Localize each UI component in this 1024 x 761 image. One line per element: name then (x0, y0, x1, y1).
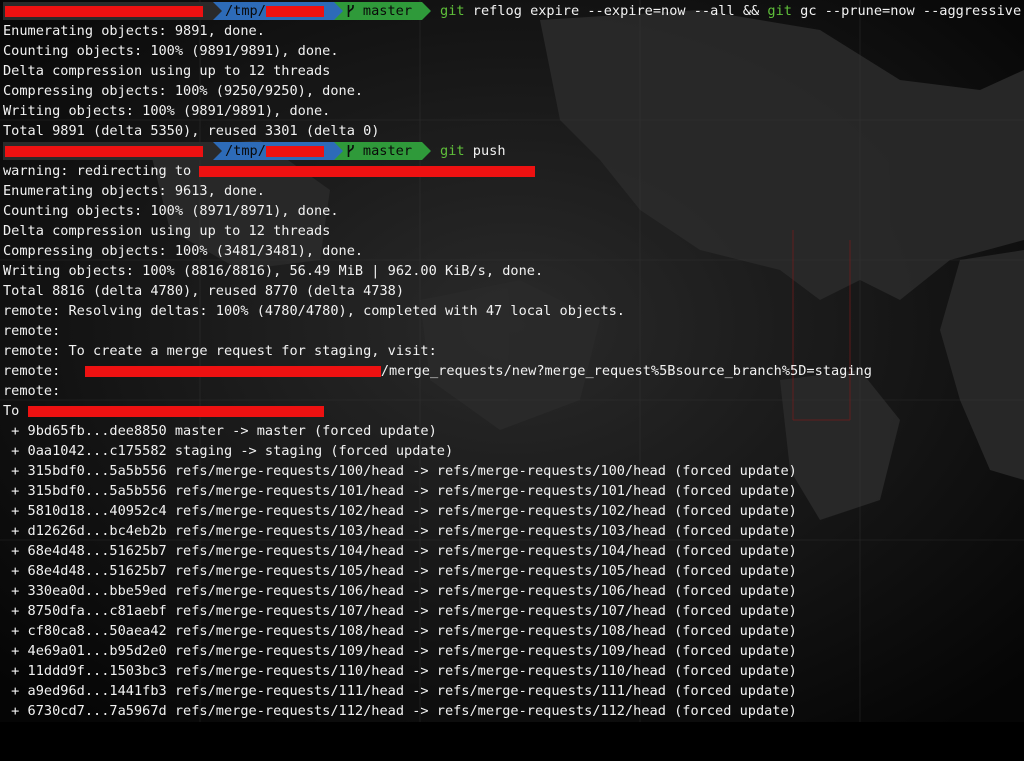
redacted-username (5, 5, 203, 17)
output-line: Writing objects: 100% (8816/8816), 56.49… (3, 263, 544, 279)
ref-update-line (3, 741, 1024, 761)
prompt-line-1: /tmp/ master git reflog expire --expire=… (3, 1, 1024, 21)
prompt-path: /tmp/ (225, 3, 266, 19)
prompt-path-segment: /tmp/ (213, 142, 343, 160)
remote-prefix: remote: (3, 363, 85, 379)
warning-prefix: warning: redirecting to (3, 163, 200, 179)
ref-update-line: + 330ea0d...bbe59ed refs/merge-requests/… (3, 583, 797, 599)
to-line: To (3, 401, 1024, 421)
output-line: Delta compression using up to 12 threads (3, 223, 331, 239)
ref-update-line: + d12626d...bc4eb2b refs/merge-requests/… (3, 523, 797, 539)
prompt-line-2: /tmp/ master git push (3, 141, 1024, 161)
remote-url-line: remote: /merge_requests/new?merge_reques… (3, 361, 1024, 381)
output-line: Delta compression using up to 12 threads (3, 63, 331, 79)
output-line: remote: (3, 383, 61, 399)
ref-update-line: + 9bd65fb...dee8850 master -> master (fo… (3, 423, 437, 439)
output-line: Compressing objects: 100% (3481/3481), d… (3, 243, 364, 259)
remote-url-suffix: /merge_requests/new?merge_request%5Bsour… (380, 363, 872, 379)
ref-update-line: + 4e69a01...b95d2e0 refs/merge-requests/… (3, 643, 797, 659)
redacted-url (84, 365, 381, 377)
output-line: Counting objects: 100% (9891/9891), done… (3, 43, 339, 59)
output-line: Writing objects: 100% (9891/9891), done. (3, 103, 331, 119)
prompt-branch: master (362, 3, 413, 19)
terminal-window[interactable]: /tmp/ master git reflog expire --expire=… (0, 0, 1024, 722)
warning-line: warning: redirecting to (3, 161, 1024, 181)
ref-update-line: + 5810d18...40952c4 refs/merge-requests/… (3, 503, 797, 519)
ref-update-line: + 8750dfa...c81aebf refs/merge-requests/… (3, 603, 797, 619)
ref-update-line: + 68e4d48...51625b7 refs/merge-requests/… (3, 543, 797, 559)
command-1: git reflog expire --expire=now --all && … (440, 1, 1021, 21)
command-2: git push (440, 141, 505, 161)
prompt-git-segment: master (333, 142, 432, 160)
command-keyword: git (440, 3, 465, 19)
git-branch-icon (347, 145, 354, 157)
output-line: Total 9891 (delta 5350), reused 3301 (de… (3, 123, 380, 139)
command-keyword: git (440, 143, 465, 159)
prompt-git-segment: master (333, 2, 432, 20)
output-line: Compressing objects: 100% (9250/9250), d… (3, 83, 364, 99)
prompt-user-segment (3, 2, 222, 20)
ref-update-line: + a9ed96d...1441fb3 refs/merge-requests/… (3, 683, 797, 699)
command-args: gc --prune=now --aggressive (791, 3, 1022, 19)
ref-update-line: + 0aa1042...c175582 staging -> staging (… (3, 443, 454, 459)
prompt-user-segment (3, 142, 222, 160)
git-branch-icon (347, 5, 354, 17)
ref-update-line: + 11ddd9f...1503bc3 refs/merge-requests/… (3, 663, 797, 679)
to-prefix: To (3, 403, 28, 419)
redacted-path (265, 145, 324, 157)
redacted-url (199, 165, 536, 177)
output-line: Total 8816 (delta 4780), reused 8770 (de… (3, 283, 405, 299)
command-args: reflog expire --expire=now --all && (464, 3, 768, 19)
prompt-path: /tmp/ (225, 143, 266, 159)
ref-update-line: + 315bdf0...5a5b556 refs/merge-requests/… (3, 483, 797, 499)
redacted-url (27, 405, 324, 417)
ref-update-line (3, 721, 1024, 741)
ref-update-line: + cf80ca8...50aea42 refs/merge-requests/… (3, 623, 797, 639)
command-args: push (464, 143, 506, 159)
output-line: remote: (3, 323, 61, 339)
redacted-path (265, 5, 324, 17)
output-line: Counting objects: 100% (8971/8971), done… (3, 203, 339, 219)
output-line: remote: Resolving deltas: 100% (4780/478… (3, 303, 625, 319)
ref-update-line: + 6730cd7...7a5967d refs/merge-requests/… (3, 703, 797, 719)
output-line: Enumerating objects: 9891, done. (3, 23, 265, 39)
output-line: remote: To create a merge request for st… (3, 343, 437, 359)
prompt-path-segment: /tmp/ (213, 2, 343, 20)
command-keyword: git (767, 3, 792, 19)
ref-update-line: + 315bdf0...5a5b556 refs/merge-requests/… (3, 463, 797, 479)
output-line: Enumerating objects: 9613, done. (3, 183, 265, 199)
prompt-branch: master (362, 143, 413, 159)
redacted-username (5, 145, 203, 157)
ref-update-line: + 68e4d48...51625b7 refs/merge-requests/… (3, 563, 797, 579)
